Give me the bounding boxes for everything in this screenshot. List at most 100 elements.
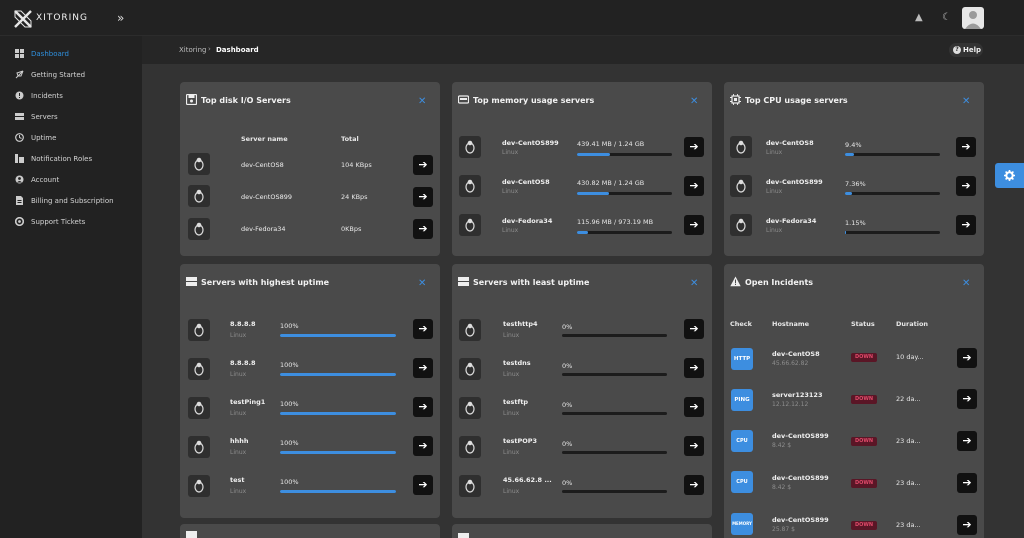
incident-ip: 45.66.62.82 bbox=[772, 360, 809, 367]
sidebar-item-support-tickets[interactable]: Support Tickets bbox=[0, 214, 142, 232]
servers-icon bbox=[458, 277, 469, 286]
close-icon[interactable]: ✕ bbox=[962, 96, 970, 107]
user-avatar-icon bbox=[965, 11, 981, 29]
brand-name: XITORING bbox=[36, 13, 89, 23]
incident-hostname: server123123 bbox=[772, 391, 823, 399]
cpu-bar bbox=[845, 231, 940, 234]
arrow-right-button[interactable]: ➔ bbox=[684, 397, 704, 417]
arrow-right-button[interactable]: ➔ bbox=[956, 137, 976, 157]
arrow-right-button[interactable]: ➔ bbox=[957, 389, 977, 409]
col-status: Status bbox=[851, 320, 875, 328]
card-title: Open Incidents bbox=[745, 278, 814, 287]
server-os: Linux bbox=[230, 488, 247, 495]
server-name: dev-CentOS8 bbox=[502, 178, 550, 186]
card-header-icon bbox=[458, 533, 469, 538]
incident-duration: 22 da... bbox=[896, 395, 921, 403]
arrow-right-button[interactable]: ➔ bbox=[684, 475, 704, 495]
sidebar-item-billing[interactable]: Billing and Subscription bbox=[0, 193, 142, 211]
uptime-bar bbox=[280, 412, 396, 415]
linux-icon bbox=[188, 218, 210, 240]
check-type-badge: CPU bbox=[731, 430, 753, 452]
arrow-right-button[interactable]: ➔ bbox=[957, 348, 977, 368]
moon-icon[interactable]: ☾ bbox=[942, 12, 951, 23]
settings-button[interactable] bbox=[995, 163, 1024, 188]
server-name: test bbox=[230, 476, 245, 484]
arrow-right-button[interactable]: ➔ bbox=[956, 176, 976, 196]
memory-bar bbox=[577, 231, 672, 234]
server-name: testftp bbox=[503, 398, 529, 406]
help-button[interactable]: ? Help bbox=[949, 43, 983, 57]
servers-icon bbox=[15, 113, 24, 120]
arrow-right-button[interactable]: ➔ bbox=[684, 215, 704, 235]
arrow-right-button[interactable]: ➔ bbox=[413, 475, 433, 495]
col-duration: Duration bbox=[896, 320, 929, 328]
sidebar-item-incidents[interactable]: Incidents bbox=[0, 88, 142, 106]
close-icon[interactable]: ✕ bbox=[418, 96, 426, 107]
arrow-right-button[interactable]: ➔ bbox=[684, 358, 704, 378]
uptime-value: 0% bbox=[562, 323, 573, 331]
linux-icon bbox=[188, 185, 210, 207]
uptime-value: 0% bbox=[562, 362, 573, 370]
arrow-right-button[interactable]: ➔ bbox=[684, 137, 704, 157]
arrow-right-button[interactable]: ➔ bbox=[684, 176, 704, 196]
status-badge: DOWN bbox=[851, 437, 877, 446]
uptime-value: 100% bbox=[280, 439, 299, 447]
sidebar-item-dashboard[interactable]: Dashboard bbox=[0, 46, 142, 64]
check-type-badge: CPU bbox=[731, 471, 753, 493]
card-title: Servers with least uptime bbox=[473, 278, 590, 287]
help-label: Help bbox=[963, 46, 982, 54]
sidebar-item-uptime[interactable]: Uptime bbox=[0, 130, 142, 148]
arrow-right-button[interactable]: ➔ bbox=[413, 219, 433, 239]
sidebar-item-notification-roles[interactable]: Notification Roles bbox=[0, 151, 142, 169]
bell-icon[interactable]: ▲ bbox=[915, 12, 923, 23]
close-icon[interactable]: ✕ bbox=[418, 278, 426, 289]
server-name: dev-Fedora34 bbox=[766, 217, 817, 225]
card-header-icon bbox=[186, 531, 197, 538]
avatar[interactable] bbox=[962, 7, 984, 29]
check-type-badge: PING bbox=[731, 389, 753, 411]
server-os: Linux bbox=[230, 332, 247, 339]
arrow-right-button[interactable]: ➔ bbox=[413, 436, 433, 456]
incident-hostname: dev-CentOS8 bbox=[772, 350, 820, 358]
arrow-right-button[interactable]: ➔ bbox=[413, 358, 433, 378]
incident-duration: 23 da... bbox=[896, 521, 921, 529]
cpu-value: 7.36% bbox=[845, 180, 866, 188]
cpu-bar bbox=[845, 153, 940, 156]
cpu-icon bbox=[730, 94, 741, 105]
uptime-bar bbox=[280, 451, 396, 454]
arrow-right-button[interactable]: ➔ bbox=[956, 215, 976, 235]
arrow-right-button[interactable]: ➔ bbox=[957, 473, 977, 493]
arrow-right-button[interactable]: ➔ bbox=[413, 187, 433, 207]
close-icon[interactable]: ✕ bbox=[962, 278, 970, 289]
server-name: dev-CentOS8 bbox=[241, 161, 284, 169]
uptime-value: 100% bbox=[280, 400, 299, 408]
sidebar-item-account[interactable]: Account bbox=[0, 172, 142, 190]
top-memory-card: Top memory usage servers ✕ dev-CentOS899… bbox=[452, 82, 712, 256]
linux-icon bbox=[188, 319, 210, 341]
arrow-right-button[interactable]: ➔ bbox=[957, 431, 977, 451]
arrow-right-button[interactable]: ➔ bbox=[684, 436, 704, 456]
server-name: dev-CentOS8 bbox=[766, 139, 814, 147]
disk-total: 0KBps bbox=[341, 225, 362, 233]
check-type-badge: MEMORY bbox=[731, 513, 753, 535]
server-name: testPing1 bbox=[230, 398, 266, 406]
arrow-right-button[interactable]: ➔ bbox=[413, 319, 433, 339]
linux-icon bbox=[459, 136, 481, 158]
arrow-right-button[interactable]: ➔ bbox=[413, 397, 433, 417]
sidebar-item-servers[interactable]: Servers bbox=[0, 109, 142, 127]
close-icon[interactable]: ✕ bbox=[690, 278, 698, 289]
linux-icon bbox=[188, 475, 210, 497]
arrow-right-button[interactable]: ➔ bbox=[957, 515, 977, 535]
close-icon[interactable]: ✕ bbox=[690, 96, 698, 107]
sidebar-item-label: Incidents bbox=[31, 92, 63, 100]
uptime-bar bbox=[280, 490, 396, 493]
breadcrumb-root-link[interactable]: Xitoring bbox=[179, 46, 206, 54]
incident-duration: 23 da... bbox=[896, 479, 921, 487]
server-os: Linux bbox=[503, 332, 520, 339]
arrow-right-button[interactable]: ➔ bbox=[413, 155, 433, 175]
disk-total: 104 KBps bbox=[341, 161, 372, 169]
sidebar-item-getting-started[interactable]: Getting Started bbox=[0, 67, 142, 85]
sidebar-item-label: Uptime bbox=[31, 134, 57, 142]
arrow-right-button[interactable]: ➔ bbox=[684, 319, 704, 339]
collapse-sidebar-icon[interactable]: » bbox=[117, 11, 124, 25]
